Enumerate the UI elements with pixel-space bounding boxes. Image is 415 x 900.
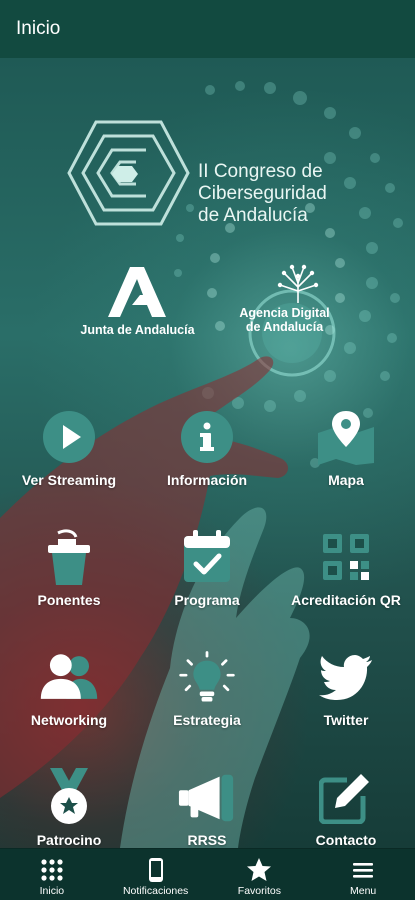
twitter-icon [316, 648, 376, 706]
menu-item-label: RRSS [187, 832, 227, 848]
home-content: II Congreso de Ciberseguridad de Andaluc… [0, 58, 415, 848]
map-icon [316, 408, 376, 466]
junta-andalucia-logo: Junta de Andalucía [70, 263, 205, 343]
podium-icon [39, 528, 99, 586]
menu-item-label: Contacto [315, 832, 377, 848]
bottom-nav: Inicio Notificaciones Favoritos Menu [0, 848, 415, 900]
nav-item-favoritos[interactable]: Favoritos [208, 849, 312, 900]
info-icon [177, 408, 237, 466]
menu-item-label: Patrocino [36, 832, 102, 848]
menu-item-mapa[interactable]: Mapa [277, 408, 415, 518]
menu-item-label: Acreditación QR [291, 592, 401, 608]
junta-logo-mark [108, 267, 166, 317]
phone-icon [143, 857, 169, 883]
menu-item-patrocino[interactable]: Patrocino [0, 768, 138, 848]
nav-label: Favoritos [237, 885, 281, 897]
menu-item-label: Ver Streaming [21, 472, 117, 488]
congress-title-line-1: II Congreso de [198, 161, 323, 182]
users-icon [39, 648, 99, 706]
nav-label: Notificaciones [122, 885, 189, 897]
nav-item-inicio[interactable]: Inicio [0, 849, 104, 900]
junta-label: Junta de Andalucía [80, 323, 195, 337]
menu-item-label: Información [166, 472, 248, 488]
congress-title-line-2: Ciberseguridad [198, 183, 327, 204]
congress-title-line-3: de Andalucía [198, 205, 308, 226]
menu-item-label: Programa [174, 592, 240, 608]
menu-item-acreditacion-qr[interactable]: Acreditación QR [277, 528, 415, 638]
play-icon [39, 408, 99, 466]
menu-item-label: Twitter [323, 712, 369, 728]
agencia-label-line-2: de Andalucía [245, 320, 324, 334]
nav-label: Inicio [39, 885, 65, 897]
agencia-digital-logo: Agencia Digital de Andalucía [222, 263, 347, 343]
menu-item-label: Estrategia [173, 712, 241, 728]
edit-icon [316, 768, 376, 826]
agencia-label-line-1: Agencia Digital [239, 306, 330, 320]
calendar-check-icon [177, 528, 237, 586]
menu-item-ponentes[interactable]: Ponentes [0, 528, 138, 638]
congress-logo [67, 120, 190, 226]
medal-icon [39, 768, 99, 826]
star-icon [246, 857, 272, 883]
qr-code-icon [316, 528, 376, 586]
congress-title: II Congreso de Ciberseguridad de Andaluc… [198, 161, 398, 227]
menu-item-networking[interactable]: Networking [0, 648, 138, 758]
menu-item-twitter[interactable]: Twitter [277, 648, 415, 758]
menu-item-label: Networking [30, 712, 108, 728]
lightbulb-icon [177, 648, 237, 706]
grid-icon [39, 857, 65, 883]
nav-item-notificaciones[interactable]: Notificaciones [104, 849, 208, 900]
menu-item-label: Ponentes [37, 592, 101, 608]
app-bar: Inicio [0, 0, 415, 58]
menu-item-estrategia[interactable]: Estrategia [138, 648, 276, 758]
agencia-label: Agencia Digital de Andalucía [222, 306, 347, 334]
page-title: Inicio [16, 18, 61, 39]
menu-item-rrss[interactable]: RRSS [138, 768, 276, 848]
menu-item-informacion[interactable]: Información [138, 408, 276, 518]
megaphone-icon [177, 768, 237, 826]
menu-item-contacto[interactable]: Contacto [277, 768, 415, 848]
menu-item-programa[interactable]: Programa [138, 528, 276, 638]
menu-item-label: Mapa [328, 472, 364, 488]
hamburger-icon [350, 857, 376, 883]
agencia-logo-mark [277, 264, 319, 303]
nav-label: Menu [349, 885, 377, 897]
nav-item-menu[interactable]: Menu [311, 849, 415, 900]
menu-item-ver-streaming[interactable]: Ver Streaming [0, 408, 138, 518]
